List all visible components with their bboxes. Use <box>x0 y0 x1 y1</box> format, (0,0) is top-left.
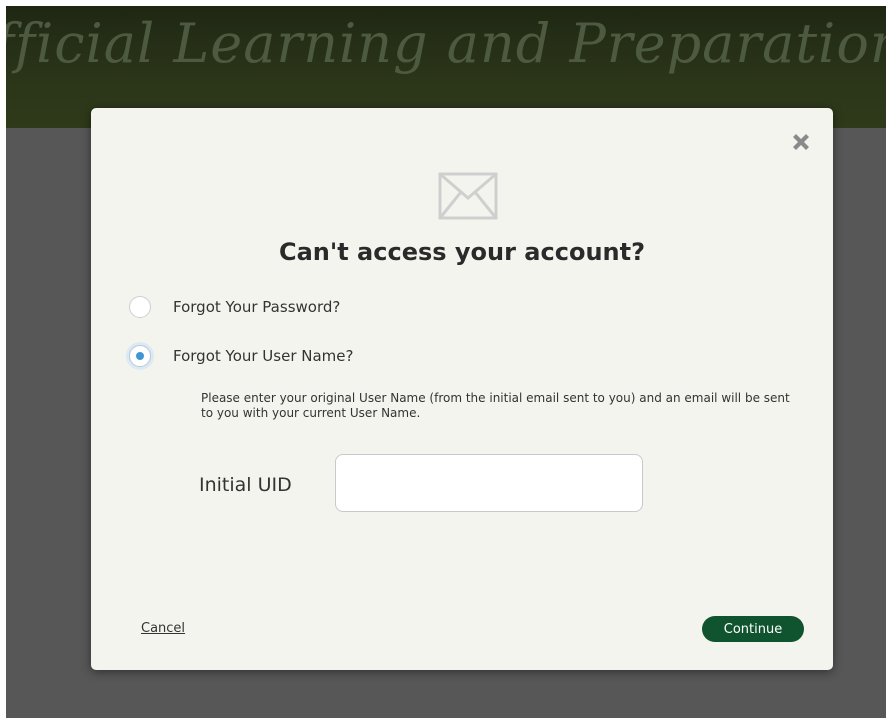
continue-button[interactable]: Continue <box>702 616 804 642</box>
instructions-text: Please enter your original User Name (fr… <box>201 391 790 420</box>
forgot-username-radio[interactable] <box>129 345 151 367</box>
option-forgot-password[interactable]: Forgot Your Password? <box>129 292 340 322</box>
forgot-username-label: Forgot Your User Name? <box>173 347 354 365</box>
initial-uid-label: Initial UID <box>199 474 292 496</box>
account-recovery-modal: Can't access your account? Forgot Your P… <box>91 108 833 670</box>
envelope-icon <box>438 172 498 220</box>
page-backdrop: fficial Learning and Preparation a Can't… <box>6 6 886 718</box>
banner-title: fficial Learning and Preparation a <box>6 12 886 75</box>
option-forgot-username[interactable]: Forgot Your User Name? <box>129 341 353 371</box>
initial-uid-input[interactable] <box>335 454 643 512</box>
modal-title: Can't access your account? <box>278 238 646 266</box>
forgot-password-radio[interactable] <box>129 296 151 318</box>
forgot-password-label: Forgot Your Password? <box>173 298 341 316</box>
close-icon[interactable] <box>789 130 813 154</box>
cancel-link[interactable]: Cancel <box>141 621 185 636</box>
